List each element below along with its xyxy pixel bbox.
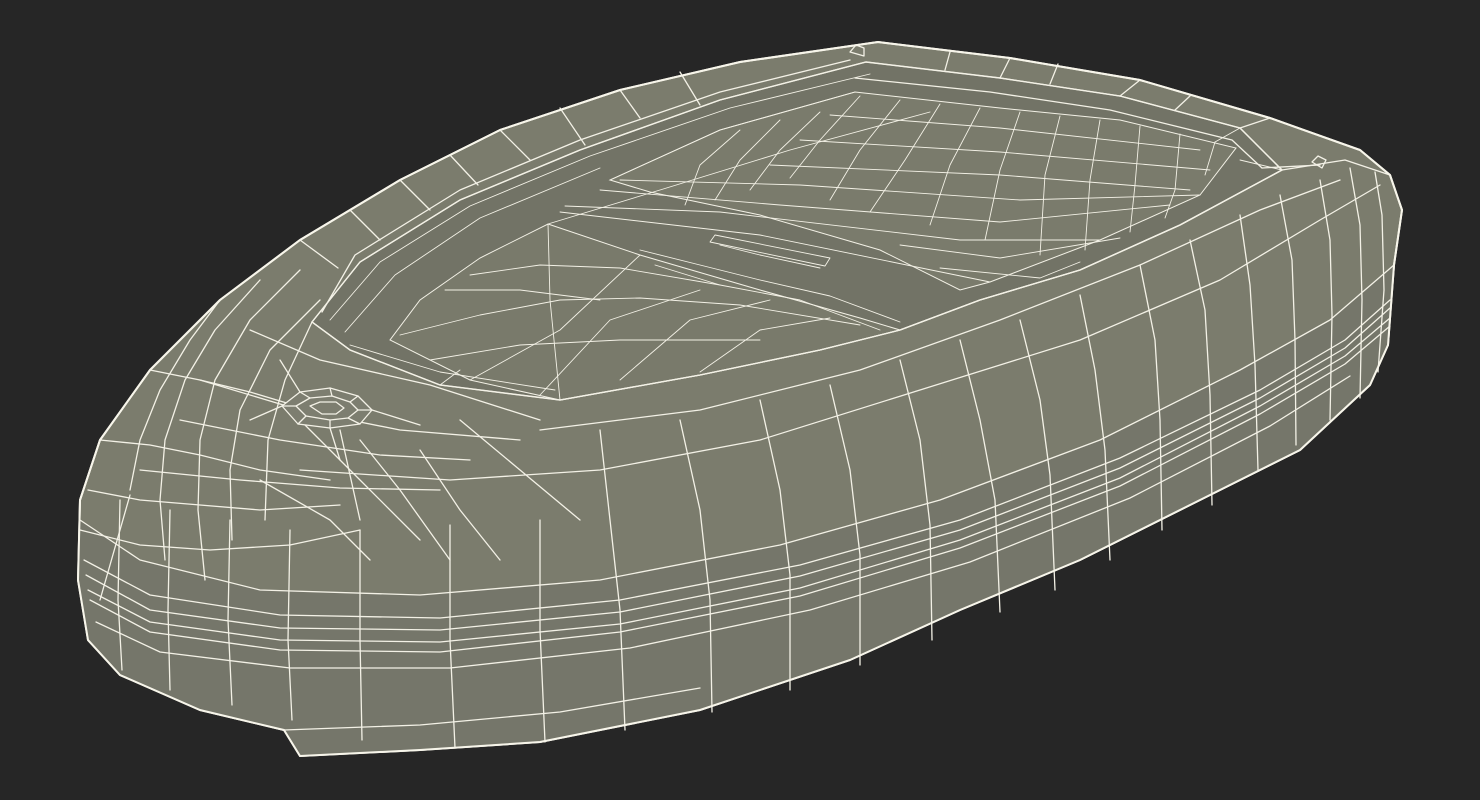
- render-viewport: [0, 0, 1480, 800]
- wireframe-model-render: [76, 40, 1404, 758]
